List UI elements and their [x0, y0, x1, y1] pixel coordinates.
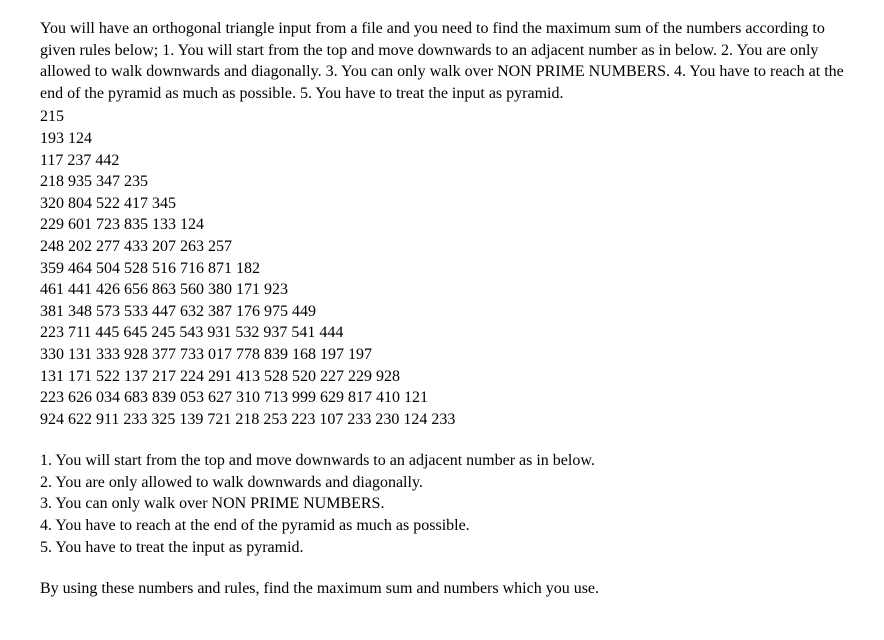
pyramid-row: 330 131 333 928 377 733 017 778 839 168 …	[40, 344, 844, 366]
pyramid-row: 117 237 442	[40, 150, 844, 172]
pyramid-row: 320 804 522 417 345	[40, 193, 844, 215]
rule-line: 3. You can only walk over NON PRIME NUMB…	[40, 493, 844, 515]
rule-line: 5. You have to treat the input as pyrami…	[40, 537, 844, 559]
rule-line: 4. You have to reach at the end of the p…	[40, 515, 844, 537]
pyramid-row: 461 441 426 656 863 560 380 171 923	[40, 279, 844, 301]
intro-paragraph: You will have an orthogonal triangle inp…	[40, 18, 844, 104]
pyramid-block: 215 193 124 117 237 442 218 935 347 235 …	[40, 106, 844, 430]
pyramid-row: 248 202 277 433 207 263 257	[40, 236, 844, 258]
pyramid-row: 381 348 573 533 447 632 387 176 975 449	[40, 301, 844, 323]
pyramid-row: 218 935 347 235	[40, 171, 844, 193]
rules-block: 1. You will start from the top and move …	[40, 450, 844, 558]
pyramid-row: 223 711 445 645 245 543 931 532 937 541 …	[40, 322, 844, 344]
pyramid-row: 193 124	[40, 128, 844, 150]
rule-line: 2. You are only allowed to walk downward…	[40, 472, 844, 494]
pyramid-row: 215	[40, 106, 844, 128]
pyramid-row: 359 464 504 528 516 716 871 182	[40, 258, 844, 280]
pyramid-row: 229 601 723 835 133 124	[40, 214, 844, 236]
rule-line: 1. You will start from the top and move …	[40, 450, 844, 472]
closing-line: By using these numbers and rules, find t…	[40, 578, 844, 600]
pyramid-row: 131 171 522 137 217 224 291 413 528 520 …	[40, 366, 844, 388]
pyramid-row: 924 622 911 233 325 139 721 218 253 223 …	[40, 409, 844, 431]
pyramid-row: 223 626 034 683 839 053 627 310 713 999 …	[40, 387, 844, 409]
